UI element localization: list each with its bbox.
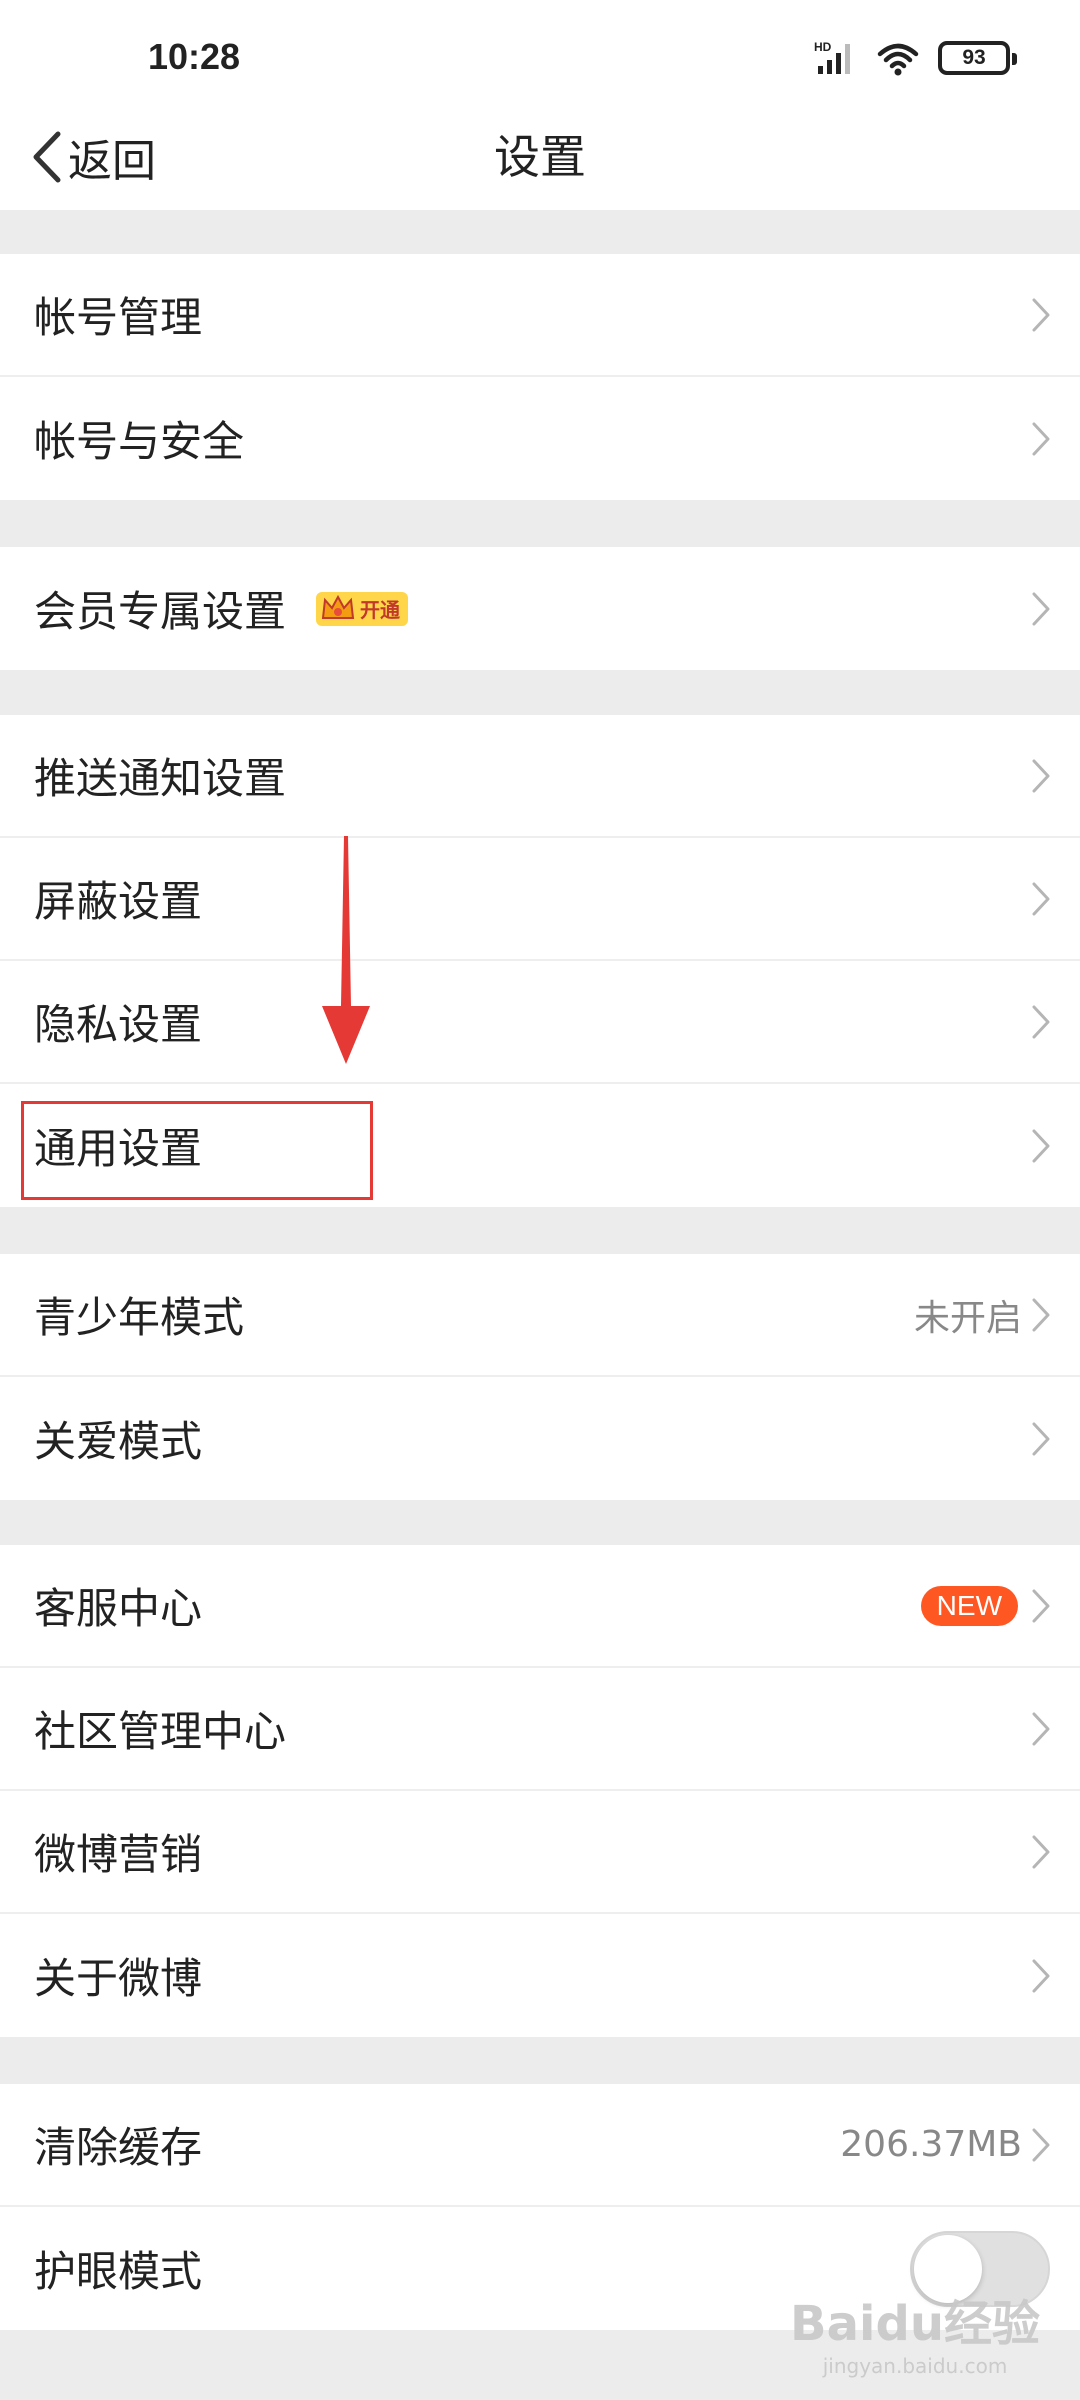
settings-item-label: 屏蔽设置	[34, 877, 203, 926]
page-title: 设置	[494, 130, 586, 184]
chevron-right-icon	[1032, 1712, 1050, 1745]
settings-item-label: 关于微博	[34, 1954, 203, 2003]
settings-item-customer-service[interactable]: 客服中心 NEW	[0, 1545, 1080, 1668]
chevron-right-icon	[1032, 422, 1050, 455]
settings-item-care-mode[interactable]: 关爱模式	[0, 1377, 1080, 1500]
settings-item-label: 微博营销	[34, 1830, 203, 1879]
settings-item-community-management[interactable]: 社区管理中心	[0, 1668, 1080, 1791]
new-badge: NEW	[920, 1585, 1018, 1626]
chevron-right-icon	[1032, 1835, 1050, 1868]
settings-item-label: 清除缓存	[34, 2123, 203, 2172]
crown-icon	[321, 594, 355, 619]
settings-item-weibo-marketing[interactable]: 微博营销	[0, 1791, 1080, 1914]
chevron-right-icon	[1032, 1129, 1050, 1162]
settings-item-label: 护眼模式	[34, 2247, 203, 2296]
settings-item-label: 帐号管理	[34, 293, 203, 342]
chevron-right-icon	[1032, 298, 1050, 331]
settings-item-label: 会员专属设置	[34, 587, 287, 636]
chevron-right-icon	[1032, 1589, 1050, 1622]
network-label: HD	[814, 40, 832, 54]
settings-item-vip-settings[interactable]: 会员专属设置 开通	[0, 547, 1080, 670]
settings-item-label: 关爱模式	[34, 1417, 203, 1466]
settings-item-label: 青少年模式	[34, 1293, 245, 1342]
settings-item-block-settings[interactable]: 屏蔽设置	[0, 838, 1080, 961]
watermark-logo: Baidu经验	[790, 2296, 1040, 2352]
settings-item-label: 社区管理中心	[34, 1707, 287, 1756]
chevron-right-icon	[1032, 759, 1050, 792]
settings-item-label: 隐私设置	[34, 1000, 203, 1049]
chevron-right-icon	[1032, 1005, 1050, 1038]
settings-item-account-management[interactable]: 帐号管理	[0, 254, 1080, 377]
settings-item-label: 推送通知设置	[34, 754, 287, 803]
settings-item-clear-cache[interactable]: 清除缓存 206.37MB	[0, 2084, 1080, 2207]
status-icons: HD 93	[814, 38, 1017, 78]
chevron-right-icon	[1032, 2128, 1050, 2161]
chevron-right-icon	[1032, 882, 1050, 915]
chevron-right-icon	[1032, 1422, 1050, 1455]
status-time: 10:28	[148, 36, 241, 77]
chevron-right-icon	[1032, 592, 1050, 625]
nav-bar: 返回 设置	[0, 104, 1080, 210]
settings-item-push-notifications[interactable]: 推送通知设置	[0, 715, 1080, 838]
teen-mode-status: 未开启	[913, 1297, 1022, 1339]
wifi-icon	[877, 43, 919, 76]
settings-item-privacy-settings[interactable]: 隐私设置	[0, 961, 1080, 1084]
vip-badge-label: 开通	[360, 598, 401, 622]
settings-group-vip: 会员专属设置 开通	[0, 547, 1080, 670]
vip-open-badge[interactable]: 开通	[316, 591, 409, 626]
watermark-url: jingyan.baidu.com	[822, 2354, 1008, 2378]
annotation-arrow-icon	[322, 836, 370, 1064]
battery-indicator: 93	[938, 41, 1017, 75]
signal-icon: HD	[814, 40, 850, 74]
annotation-highlight-box	[21, 1101, 373, 1200]
settings-group-account: 帐号管理 帐号与安全	[0, 254, 1080, 500]
watermark: Baidu经验 jingyan.baidu.com	[790, 2284, 1040, 2378]
settings-group-services: 客服中心 NEW 社区管理中心 微博营销 关于微博	[0, 1545, 1080, 2037]
settings-item-label: 帐号与安全	[34, 417, 245, 466]
settings-item-teen-mode[interactable]: 青少年模式 未开启	[0, 1254, 1080, 1377]
settings-item-account-security[interactable]: 帐号与安全	[0, 377, 1080, 500]
chevron-right-icon	[1032, 1298, 1050, 1331]
settings-group-modes: 青少年模式 未开启 关爱模式	[0, 1254, 1080, 1500]
settings-item-about-weibo[interactable]: 关于微博	[0, 1914, 1080, 2037]
chevron-right-icon	[1032, 1959, 1050, 1992]
settings-item-label: 客服中心	[34, 1584, 203, 1633]
status-bar: 10:28 HD 93	[0, 0, 1080, 104]
cache-size: 206.37MB	[840, 2124, 1022, 2165]
